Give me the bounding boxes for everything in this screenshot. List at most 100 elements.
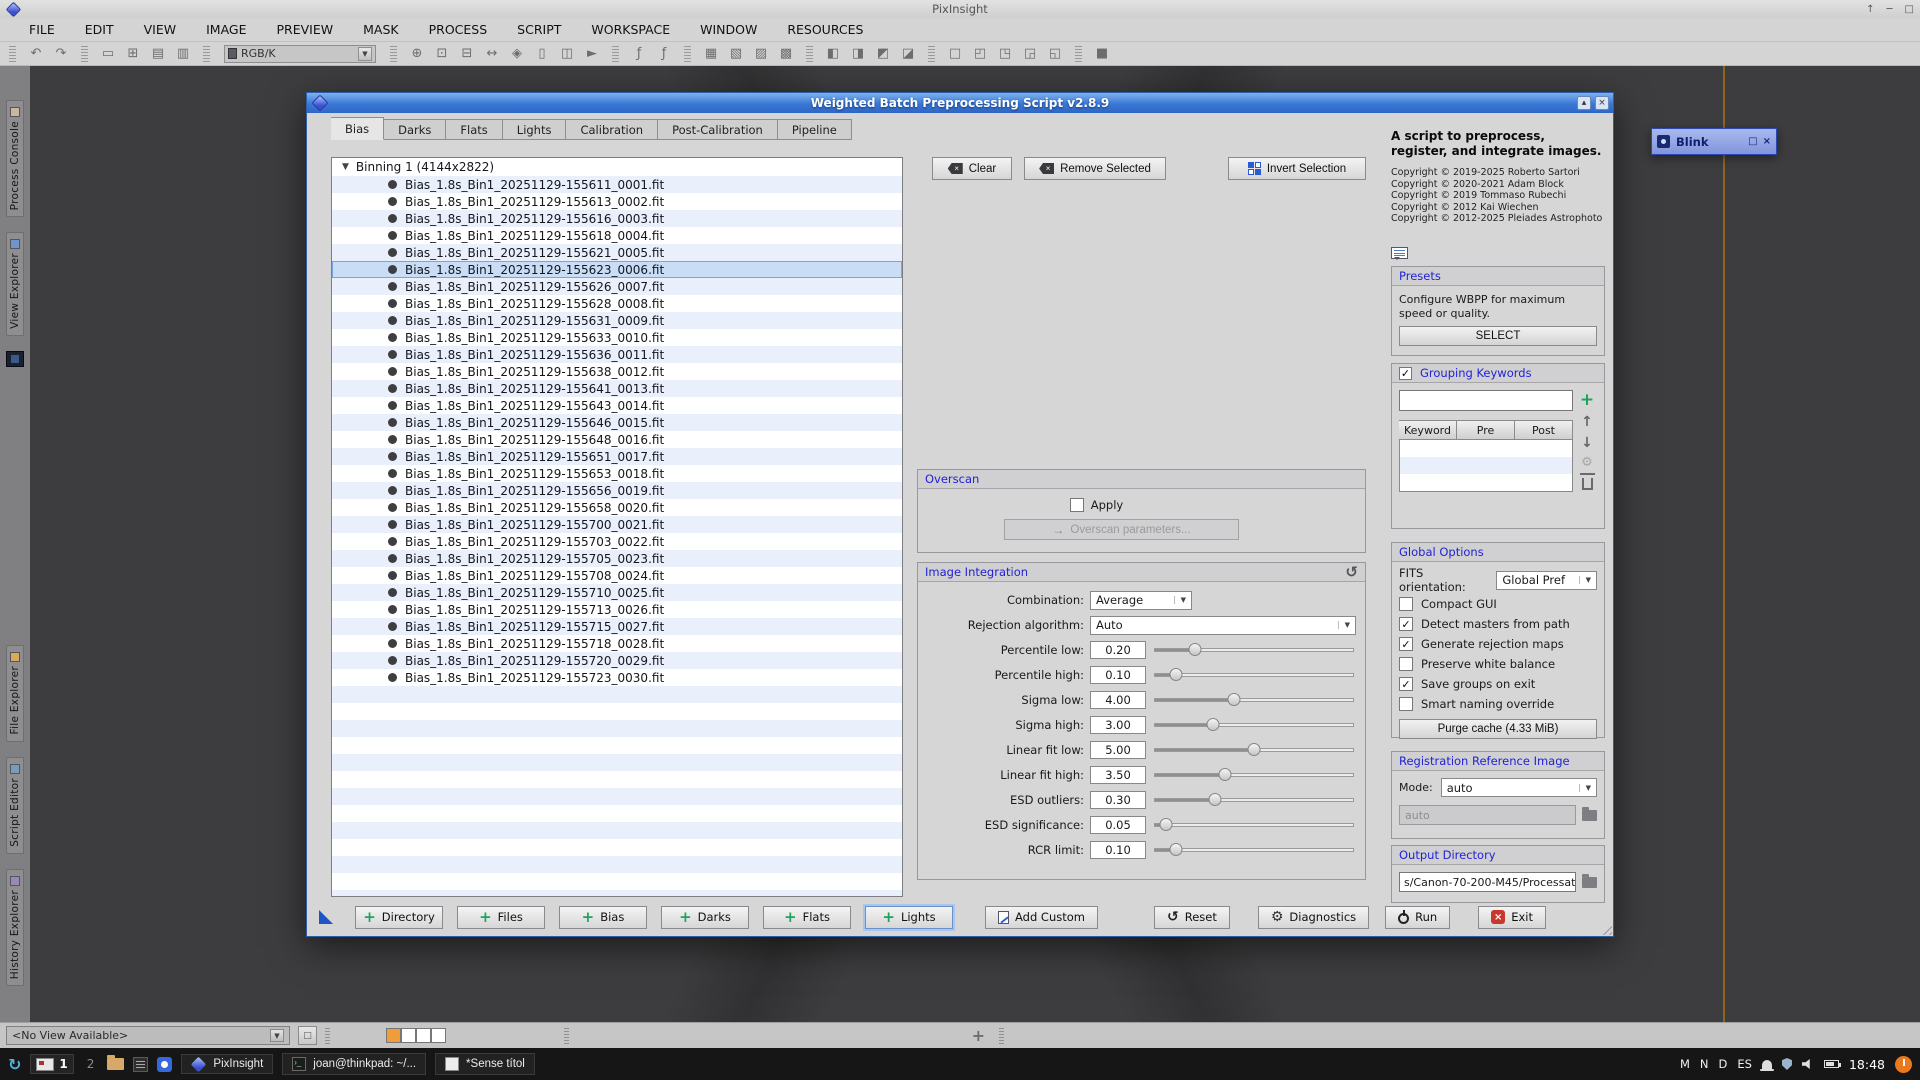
workspace-switcher-icon[interactable]: ↻	[8, 1055, 21, 1074]
session-power-icon[interactable]	[1895, 1056, 1912, 1073]
notes-app-icon[interactable]	[133, 1057, 148, 1072]
keep-above-button[interactable]: ↑	[1866, 4, 1874, 15]
param-value-field[interactable]: 3.00	[1090, 716, 1146, 734]
new-preview-icon[interactable]: ▯	[532, 44, 552, 63]
slider-track[interactable]	[1154, 648, 1354, 652]
copy-image-icon[interactable]: ▤	[148, 44, 168, 63]
edit-identifier-icon[interactable]: ▭	[98, 44, 118, 63]
file-row[interactable]: Bias_1.8s_Bin1_20251129-155633_0010.fit	[332, 329, 902, 346]
wbpp-tab[interactable]: Post-Calibration	[658, 119, 778, 140]
file-row[interactable]: Bias_1.8s_Bin1_20251129-155648_0016.fit	[332, 431, 902, 448]
clock[interactable]: 18:48	[1849, 1057, 1885, 1072]
maximize-button[interactable]: □	[1748, 136, 1757, 147]
taskbar-window-button[interactable]: PixInsight	[181, 1054, 273, 1074]
tray-indicator[interactable]: ES	[1737, 1057, 1752, 1071]
param-value-field[interactable]: 0.30	[1090, 791, 1146, 809]
menu-item[interactable]: VIEW	[129, 19, 192, 40]
file-row[interactable]: Bias_1.8s_Bin1_20251129-155715_0027.fit	[332, 618, 902, 635]
file-row[interactable]: Bias_1.8s_Bin1_20251129-155646_0015.fit	[332, 414, 902, 431]
param-slider[interactable]	[1152, 666, 1356, 684]
reference-image-field[interactable]: auto	[1399, 805, 1576, 825]
table-column-header[interactable]: Post	[1515, 420, 1573, 440]
keyword-settings-icon[interactable]: ⚙	[1581, 456, 1593, 469]
file-row[interactable]: Bias_1.8s_Bin1_20251129-155623_0006.fit	[332, 261, 902, 278]
curves-icon[interactable]: ▧	[726, 44, 746, 63]
integration-header[interactable]: Image Integration ↺	[918, 563, 1365, 582]
file-row[interactable]: Bias_1.8s_Bin1_20251129-155628_0008.fit	[332, 295, 902, 312]
full-screen-icon[interactable]: ■	[1092, 44, 1112, 63]
slider-thumb[interactable]	[1207, 718, 1220, 731]
workspace-2-icon[interactable]: ◳	[995, 44, 1015, 63]
binning-group-row[interactable]: ▼ Binning 1 (4144x2822)	[332, 158, 902, 176]
param-slider[interactable]	[1152, 766, 1356, 784]
param-value-field[interactable]: 0.20	[1090, 641, 1146, 659]
view-selector-combo[interactable]: RGB/K ▼	[224, 45, 376, 63]
param-value-field[interactable]: 4.00	[1090, 691, 1146, 709]
color-swatch[interactable]	[416, 1028, 431, 1043]
view-available-combo[interactable]: <No View Available> ▼	[6, 1026, 290, 1045]
presets-select-button[interactable]: SELECT	[1399, 326, 1597, 346]
menu-item[interactable]: WINDOW	[685, 19, 772, 40]
file-row[interactable]: Bias_1.8s_Bin1_20251129-155613_0002.fit	[332, 193, 902, 210]
add-directory-button[interactable]: + Directory	[355, 906, 443, 929]
monitor-icon[interactable]: □	[945, 44, 965, 63]
menu-item[interactable]: WORKSPACE	[576, 19, 685, 40]
slider-track[interactable]	[1154, 798, 1354, 802]
add-keyword-icon[interactable]: +	[1580, 392, 1594, 409]
workspace-4-icon[interactable]: ◱	[1045, 44, 1065, 63]
file-row[interactable]: Bias_1.8s_Bin1_20251129-155710_0025.fit	[332, 584, 902, 601]
browse-folder-icon[interactable]	[1582, 810, 1597, 821]
file-row[interactable]: Bias_1.8s_Bin1_20251129-155705_0023.fit	[332, 550, 902, 567]
add-bias-button[interactable]: + Bias	[559, 906, 647, 929]
slider-track[interactable]	[1154, 673, 1354, 677]
mask-enable-icon[interactable]: ◩	[873, 44, 893, 63]
delete-keyword-icon[interactable]	[1582, 478, 1593, 490]
minimize-button[interactable]: ─	[1887, 4, 1893, 15]
sidebar-tab-file-explorer[interactable]: File Explorer	[6, 645, 24, 742]
redo-icon[interactable]: ↷	[51, 44, 71, 63]
color-swatch[interactable]	[431, 1028, 446, 1043]
param-slider[interactable]	[1152, 791, 1356, 809]
tray-indicator[interactable]: N	[1700, 1057, 1709, 1071]
wbpp-tab[interactable]: Darks	[384, 119, 446, 140]
browse-output-folder-icon[interactable]	[1582, 877, 1597, 888]
move-down-icon[interactable]: ↓	[1581, 436, 1593, 450]
param-slider[interactable]	[1152, 741, 1356, 759]
menu-item[interactable]: EDIT	[70, 19, 129, 40]
add-custom-button[interactable]: Add Custom	[985, 906, 1098, 929]
toolbar-grip[interactable]	[684, 46, 691, 62]
slider-thumb[interactable]	[1219, 768, 1232, 781]
bias-file-list[interactable]: ▼ Binning 1 (4144x2822) Bias_1.8s_Bin1_2…	[331, 157, 903, 897]
table-column-header[interactable]: Keyword	[1399, 420, 1457, 440]
file-row[interactable]: Bias_1.8s_Bin1_20251129-155618_0004.fit	[332, 227, 902, 244]
file-row[interactable]: Bias_1.8s_Bin1_20251129-155626_0007.fit	[332, 278, 902, 295]
menu-item[interactable]: FILE	[14, 19, 70, 40]
param-slider[interactable]	[1152, 816, 1356, 834]
mask-invert-icon[interactable]: ◨	[848, 44, 868, 63]
grouping-enabled-checkbox[interactable]	[1399, 367, 1412, 380]
close-icon[interactable]: ×	[1763, 136, 1771, 147]
pan-mode-icon[interactable]: ↔	[482, 44, 502, 63]
active-color-swatch[interactable]	[386, 1028, 401, 1043]
param-value-field[interactable]: 0.05	[1090, 816, 1146, 834]
process-explorer-icon[interactable]: ƒ	[654, 44, 674, 63]
process-icon[interactable]: ƒ	[629, 44, 649, 63]
file-row[interactable]: Bias_1.8s_Bin1_20251129-155643_0014.fit	[332, 397, 902, 414]
move-up-icon[interactable]: ↑	[1581, 415, 1593, 429]
workspace-3-icon[interactable]: ◲	[1020, 44, 1040, 63]
wbpp-tab[interactable]: Calibration	[566, 119, 658, 140]
remove-selected-button[interactable]: × Remove Selected	[1024, 157, 1166, 180]
add-darks-button[interactable]: + Darks	[661, 906, 749, 929]
move-crosshair-icon[interactable]: +	[972, 1026, 985, 1045]
view-mode-button[interactable]: □	[298, 1026, 317, 1045]
wbpp-tab[interactable]: Flats	[446, 119, 502, 140]
toolbar-grip[interactable]	[203, 46, 210, 62]
param-value-field[interactable]: 5.00	[1090, 741, 1146, 759]
file-row[interactable]: Bias_1.8s_Bin1_20251129-155631_0009.fit	[332, 312, 902, 329]
battery-icon[interactable]	[1824, 1060, 1839, 1068]
sidebar-tab-history-explorer[interactable]: History Explorer	[6, 869, 24, 986]
option-checkbox[interactable]	[1399, 677, 1413, 691]
menu-item[interactable]: SCRIPT	[502, 19, 576, 40]
taskbar-window-button[interactable]: *Sense títol	[435, 1053, 535, 1075]
file-row[interactable]: Bias_1.8s_Bin1_20251129-155641_0013.fit	[332, 380, 902, 397]
